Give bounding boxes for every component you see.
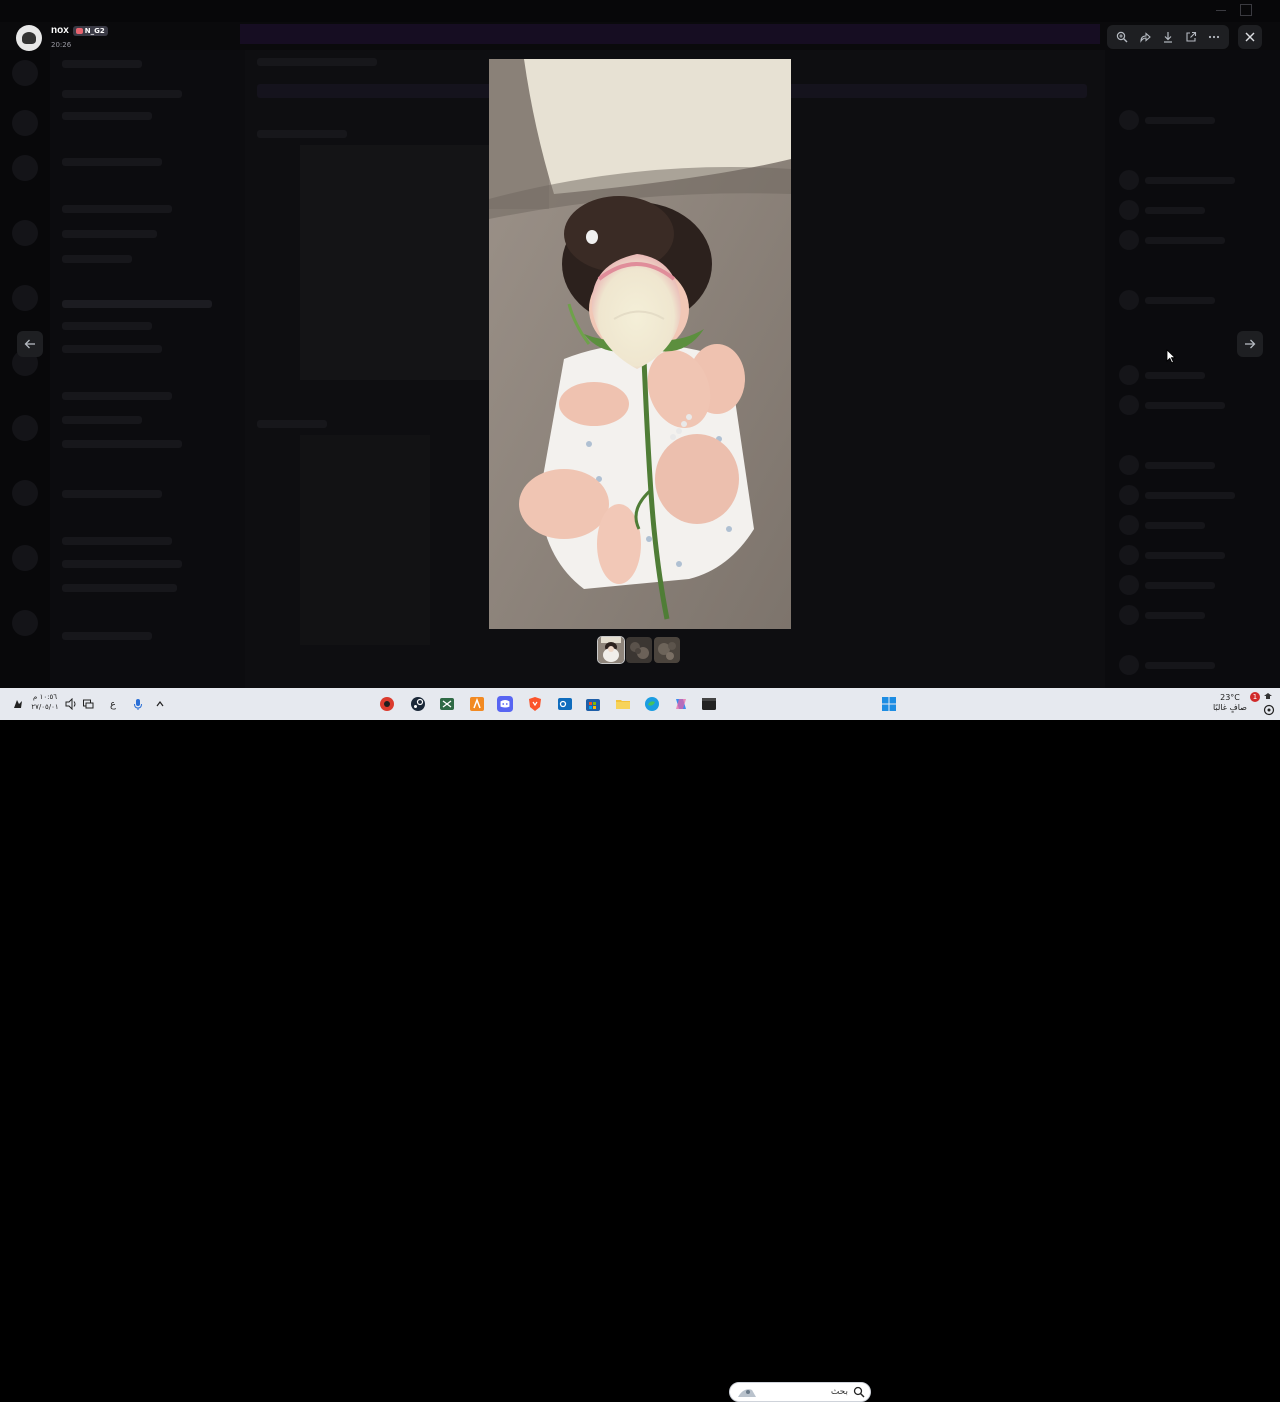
taskbar-app-xbox-icon[interactable] [439,696,455,712]
zoom-in-button[interactable] [1112,27,1132,47]
taskbar-app-brave-icon[interactable] [527,696,543,712]
channel-list [50,50,245,688]
avatar[interactable] [16,25,42,51]
taskbar-app-file-explorer-icon[interactable] [615,696,631,712]
speaker-icon[interactable] [65,698,77,710]
chat-image-thumbnail [300,435,430,645]
baby-thumbnail [598,637,624,663]
clock-time: ١٠:٥٦ م [33,693,57,701]
message-timestamp: 20:26 [51,41,72,49]
thumbnail-3[interactable] [654,637,680,663]
notification-badge: 1 [1250,692,1260,702]
weather-widget[interactable]: 23°C صافٍ غالبًا [1210,693,1250,713]
arrow-left-icon [24,339,35,349]
search-icon [853,1386,865,1398]
microphone-icon[interactable] [132,698,144,710]
taskbar-search-input[interactable]: بحث [729,1382,871,1402]
mouse-cursor-icon [1166,349,1176,364]
taskbar-app-chrome-icon[interactable] [379,696,395,712]
weather-description: صافٍ غالبًا [1213,703,1247,712]
close-viewer-button[interactable] [1238,25,1262,49]
more-icon [1208,35,1219,39]
taskbar-app-vlc-icon[interactable] [469,696,485,712]
viewer-main-image[interactable] [489,59,791,629]
server-list [0,50,50,688]
photo-thumbnail [626,637,652,663]
more-options-button[interactable] [1204,27,1224,47]
app-notice-banner [240,24,1100,44]
thumbnail-strip [597,636,680,664]
input-language-indicator[interactable]: ع [107,698,119,710]
forward-icon [1140,32,1152,43]
search-highlight-icon [738,1389,756,1397]
show-hidden-icons-chevron-up-icon[interactable] [154,698,166,710]
thumbnail-1[interactable] [597,636,625,664]
system-clock[interactable]: ١٠:٥٦ م ٢٧/٠٥/٠١ [30,692,60,712]
viewer-toolbar [1107,25,1229,49]
download-icon [1163,32,1172,43]
photo-thumbnail [654,637,680,663]
taskbar-app-discord-icon[interactable] [497,696,513,712]
quick-settings-icon[interactable] [1263,704,1275,716]
author-username[interactable]: nox [51,25,69,37]
app-titlebar [0,0,1280,22]
zoom-in-icon [1117,31,1128,43]
previous-image-button[interactable] [17,331,43,357]
maximize-icon [1240,4,1252,16]
weather-temperature: 23°C [1220,693,1240,702]
taskbar-app-outlook-icon[interactable] [557,696,573,712]
member-list [1105,50,1280,688]
taskbar-app-terminal-icon[interactable] [701,696,717,712]
next-image-button[interactable] [1237,331,1263,357]
viewer-author-header: nox N_G2 20:26 [16,24,108,52]
taskbar-app-store-icon[interactable] [585,696,601,712]
notification-center-icon[interactable] [1262,692,1274,704]
server-tag-badge: N_G2 [72,26,108,36]
thumbnail-2[interactable] [626,637,652,663]
clock-date: ٢٧/٠٥/٠١ [31,703,59,711]
close-icon [1245,32,1255,42]
minimize-icon [1216,10,1226,11]
arrow-right-icon [1245,339,1256,349]
taskbar-app-edge-icon[interactable] [644,696,660,712]
forward-button[interactable] [1135,27,1155,47]
start-button-windows-icon[interactable] [881,696,897,712]
open-external-button[interactable] [1181,27,1201,47]
search-placeholder: بحث [830,1387,848,1397]
tray-app-icon[interactable] [12,698,24,710]
taskbar-app-copilot-icon[interactable] [673,696,689,712]
chat-image-thumbnail [300,145,490,380]
windows-taskbar: ع بحث [0,688,1280,1402]
taskbar-app-steam-icon[interactable] [410,696,426,712]
network-icon[interactable] [82,698,94,710]
download-button[interactable] [1158,27,1178,47]
open-external-icon [1186,31,1196,42]
baby-with-rose-photo [489,59,791,629]
tag-icon [75,28,83,34]
server-tag-label: N_G2 [84,27,105,35]
